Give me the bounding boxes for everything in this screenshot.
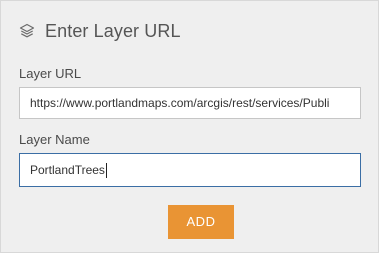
panel-title: Enter Layer URL [45,20,181,41]
layer-name-value: PortlandTrees [30,163,105,177]
layers-icon [19,23,35,39]
add-layer-panel: Enter Layer URL Layer URL https://www.po… [0,0,379,253]
layer-url-value: https://www.portlandmaps.com/arcgis/rest… [30,96,330,110]
add-button[interactable]: ADD [168,205,234,239]
layer-url-input[interactable]: https://www.portlandmaps.com/arcgis/rest… [19,87,361,119]
text-cursor [105,163,107,179]
layer-name-label: Layer Name [19,132,90,147]
layer-name-input[interactable]: PortlandTrees [19,153,361,187]
layer-url-label: Layer URL [19,66,82,81]
panel-header: Enter Layer URL [19,19,181,43]
